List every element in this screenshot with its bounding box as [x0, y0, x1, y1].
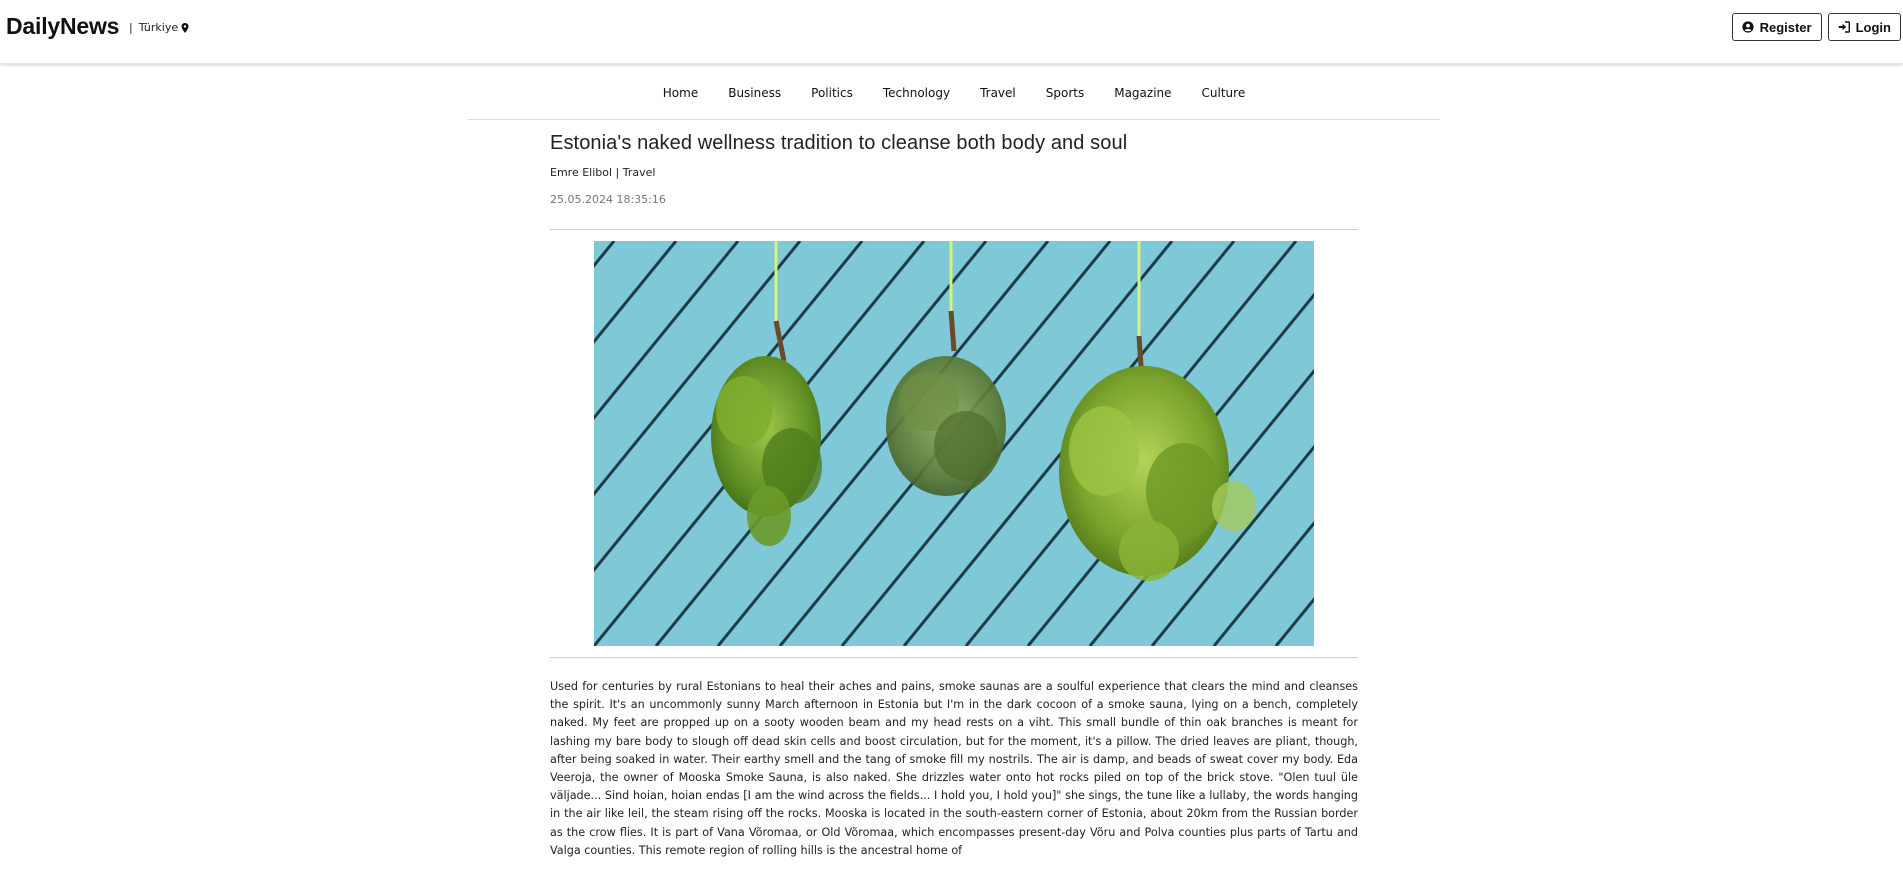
auth-buttons: Register Login — [1731, 13, 1901, 41]
region-selector[interactable]: | Türkiye — [129, 21, 189, 34]
article-body: Used for centuries by rural Estonians to… — [550, 680, 1358, 857]
site-header: DailyNews | Türkiye Register Login — [0, 0, 1903, 64]
main-nav: Home Business Politics Technology Travel… — [468, 66, 1440, 120]
article-date: 25.05.2024 18:35:16 — [550, 193, 666, 206]
nav-item-politics[interactable]: Politics — [796, 86, 868, 100]
article-byline: Emre Elibol | Travel — [550, 166, 656, 179]
nav-item-magazine[interactable]: Magazine — [1099, 86, 1186, 100]
nav-item-technology[interactable]: Technology — [868, 86, 965, 100]
juniper-bundle — [886, 356, 1006, 496]
user-circle-icon — [1741, 21, 1754, 33]
divider — [550, 229, 1358, 230]
nav-item-business[interactable]: Business — [713, 86, 796, 100]
region-separator: | — [129, 21, 133, 34]
map-pin-icon — [181, 22, 189, 33]
nav-item-travel[interactable]: Travel — [965, 86, 1031, 100]
login-label: Login — [1855, 19, 1891, 35]
nav-item-sports[interactable]: Sports — [1031, 86, 1099, 100]
sign-in-icon — [1838, 21, 1850, 33]
article: Estonia's naked wellness tradition to cl… — [550, 122, 1358, 871]
article-hero-image — [594, 241, 1314, 646]
nav-item-culture[interactable]: Culture — [1187, 86, 1261, 100]
article-title: Estonia's naked wellness tradition to cl… — [550, 132, 1128, 154]
nav-item-home[interactable]: Home — [648, 86, 713, 100]
register-button[interactable]: Register — [1731, 13, 1822, 41]
login-button[interactable]: Login — [1827, 13, 1901, 41]
site-logo[interactable]: DailyNews — [6, 13, 119, 40]
region-label: Türkiye — [138, 21, 179, 34]
divider — [550, 657, 1358, 658]
register-label: Register — [1759, 19, 1812, 35]
